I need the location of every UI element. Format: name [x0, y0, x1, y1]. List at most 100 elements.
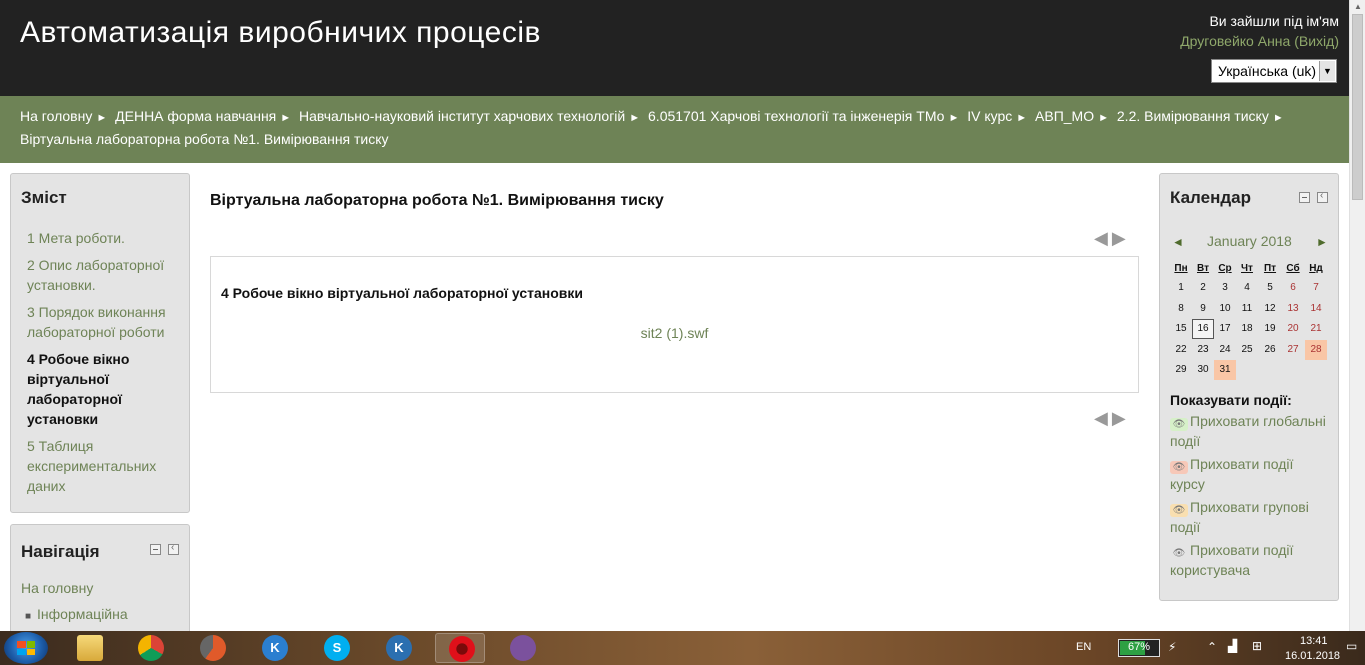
calendar-day[interactable]: 8 — [1170, 299, 1192, 319]
user-profile-link[interactable]: Друговейко Анна — [1180, 33, 1290, 49]
language-select[interactable]: Українська (uk) ▼ — [1211, 59, 1337, 83]
start-button[interactable] — [4, 632, 48, 664]
calendar-day[interactable]: 10 — [1214, 299, 1236, 319]
taskbar-app-3[interactable] — [187, 633, 237, 663]
toc-item-5[interactable]: 5 Таблиця експериментальних даних — [27, 436, 177, 496]
taskbar-viber[interactable] — [497, 633, 547, 663]
calendar-day[interactable]: 22 — [1170, 340, 1192, 360]
calendar-day[interactable]: 27 — [1282, 340, 1304, 360]
next-section-icon[interactable]: ▶ — [1112, 408, 1130, 428]
breadcrumb-item-course[interactable]: АВП_МО — [1035, 108, 1094, 124]
clock-date[interactable]: 16.01.2018 — [1285, 650, 1340, 662]
toc-item-3[interactable]: 3 Порядок виконання лабораторної роботи — [27, 302, 177, 342]
language-select-value: Українська (uk) — [1218, 63, 1317, 79]
calendar-day[interactable]: 24 — [1214, 340, 1236, 360]
breadcrumb: На головну ► ДЕННА форма навчання ► Навчал… — [0, 96, 1349, 163]
calendar-day[interactable]: 6 — [1282, 278, 1304, 298]
input-language[interactable]: EN — [1076, 641, 1091, 653]
next-section-icon[interactable]: ▶ — [1112, 228, 1130, 248]
toc-item-1[interactable]: 1 Мета роботи. — [27, 228, 177, 248]
hide-group-events-link[interactable]: 👁 Приховати групові події — [1170, 497, 1332, 537]
k-app-icon: K — [262, 635, 288, 661]
eye-icon: 👁 — [1172, 548, 1186, 559]
taskbar-chrome[interactable] — [125, 633, 175, 663]
calendar-day[interactable]: 19 — [1259, 319, 1281, 339]
prev-section-icon[interactable]: ◀ — [1094, 228, 1112, 248]
swf-file-link[interactable]: sit2 (1).swf — [211, 325, 1138, 341]
calendar-day[interactable]: 7 — [1305, 278, 1327, 298]
clock-time[interactable]: 13:41 — [1300, 635, 1328, 647]
calendar-day[interactable]: 25 — [1236, 340, 1258, 360]
scroll-up-icon[interactable]: ▲ — [1354, 2, 1362, 11]
breadcrumb-item-institute[interactable]: Навчально-науковий інститут харчових тех… — [299, 108, 625, 124]
calendar-next-icon[interactable]: ► — [1316, 235, 1328, 249]
calendar-day[interactable]: 21 — [1305, 319, 1327, 339]
calendar-day[interactable]: 14 — [1305, 299, 1327, 319]
collapse-icon[interactable] — [150, 544, 161, 555]
taskbar-app-4[interactable]: K — [249, 633, 299, 663]
eye-icon: 👁 — [1170, 461, 1188, 474]
windows-flag-icon[interactable]: ⊞ — [1252, 639, 1262, 653]
section-content: 4 Робоче вікно віртуальної лабораторної … — [210, 256, 1139, 393]
calendar-day[interactable]: 3 — [1214, 278, 1236, 298]
breadcrumb-item-specialty[interactable]: 6.051701 Харчові технології та інженерія… — [648, 108, 944, 124]
prev-section-icon[interactable]: ◀ — [1094, 408, 1112, 428]
calendar-day[interactable]: 28 — [1305, 340, 1327, 360]
page-header: Автоматизація виробничих процесів Ви зай… — [0, 0, 1349, 96]
calendar-day[interactable]: 4 — [1236, 278, 1258, 298]
taskbar-opera[interactable] — [435, 633, 485, 663]
breadcrumb-item-section[interactable]: 2.2. Вимірювання тиску — [1117, 108, 1269, 124]
calendar-day[interactable]: 9 — [1192, 299, 1214, 319]
calendar-day[interactable]: 13 — [1282, 299, 1304, 319]
taskbar-app-6[interactable]: K — [373, 633, 423, 663]
taskbar-explorer[interactable] — [64, 633, 114, 663]
breadcrumb-item-year[interactable]: IV курс — [967, 108, 1012, 124]
calendar-day[interactable]: 26 — [1259, 340, 1281, 360]
calendar-day[interactable]: 23 — [1192, 340, 1214, 360]
section-pager-bottom: ◀▶ — [1094, 408, 1130, 429]
calendar-day[interactable]: 2 — [1192, 278, 1214, 298]
breadcrumb-separator-icon: ► — [1016, 112, 1028, 124]
toc-item-4-current: 4 Робоче вікно віртуальної лабораторної … — [27, 351, 130, 427]
dock-icon[interactable] — [168, 542, 179, 555]
show-events-label: Показувати події: — [1170, 392, 1292, 408]
toc-item-2[interactable]: 2 Опис лабораторної установки. — [27, 255, 177, 295]
battery-indicator[interactable]: 67% — [1118, 639, 1160, 657]
calendar-day[interactable]: 16 — [1192, 319, 1214, 339]
calendar-day[interactable]: 15 — [1170, 319, 1192, 339]
calendar-day[interactable]: 1 — [1170, 278, 1192, 298]
breadcrumb-separator-icon: ► — [280, 112, 292, 124]
dock-icon[interactable] — [1317, 190, 1328, 203]
notifications-icon[interactable]: ▭ — [1346, 639, 1357, 653]
calendar-day[interactable]: 11 — [1236, 299, 1258, 319]
nav-home-link[interactable]: На головну — [21, 580, 93, 596]
folder-icon — [77, 635, 103, 661]
taskbar-skype[interactable]: S — [311, 633, 361, 663]
breadcrumb-item-category[interactable]: ДЕННА форма навчання — [115, 108, 276, 124]
calendar-day[interactable]: 18 — [1236, 319, 1258, 339]
hide-course-events-link[interactable]: 👁 Приховати події курсу — [1170, 454, 1332, 494]
page-scrollbar[interactable]: ▲ — [1349, 0, 1365, 631]
calendar-month-link[interactable]: January 2018 — [1207, 233, 1292, 249]
site-title[interactable]: Автоматизація виробничих процесів — [20, 16, 541, 50]
calendar-day[interactable]: 30 — [1192, 360, 1214, 380]
calendar-day[interactable]: 20 — [1282, 319, 1304, 339]
network-signal-icon[interactable]: ▟ — [1228, 639, 1237, 653]
hide-user-events-link[interactable]: 👁 Приховати події користувача — [1170, 540, 1332, 580]
breadcrumb-separator-icon: ► — [1272, 112, 1284, 124]
calendar-day[interactable]: 31 — [1214, 360, 1236, 380]
nav-item-label[interactable]: Інформаційна — [37, 606, 128, 622]
nav-item: ■ Інформаційна — [25, 606, 128, 622]
calendar-day[interactable]: 12 — [1259, 299, 1281, 319]
scrollbar-thumb[interactable] — [1352, 14, 1363, 200]
collapse-icon[interactable] — [1299, 192, 1310, 203]
chevron-up-icon[interactable]: ⌃ — [1207, 640, 1217, 654]
logout-link[interactable]: Вихід — [1299, 33, 1334, 49]
calendar-day[interactable]: 29 — [1170, 360, 1192, 380]
calendar-day[interactable]: 5 — [1259, 278, 1281, 298]
calendar-prev-icon[interactable]: ◄ — [1172, 235, 1184, 249]
chrome-icon — [138, 635, 164, 661]
breadcrumb-item-home[interactable]: На головну — [20, 108, 92, 124]
calendar-day[interactable]: 17 — [1214, 319, 1236, 339]
hide-global-events-link[interactable]: 👁 Приховати глобальні події — [1170, 411, 1332, 451]
